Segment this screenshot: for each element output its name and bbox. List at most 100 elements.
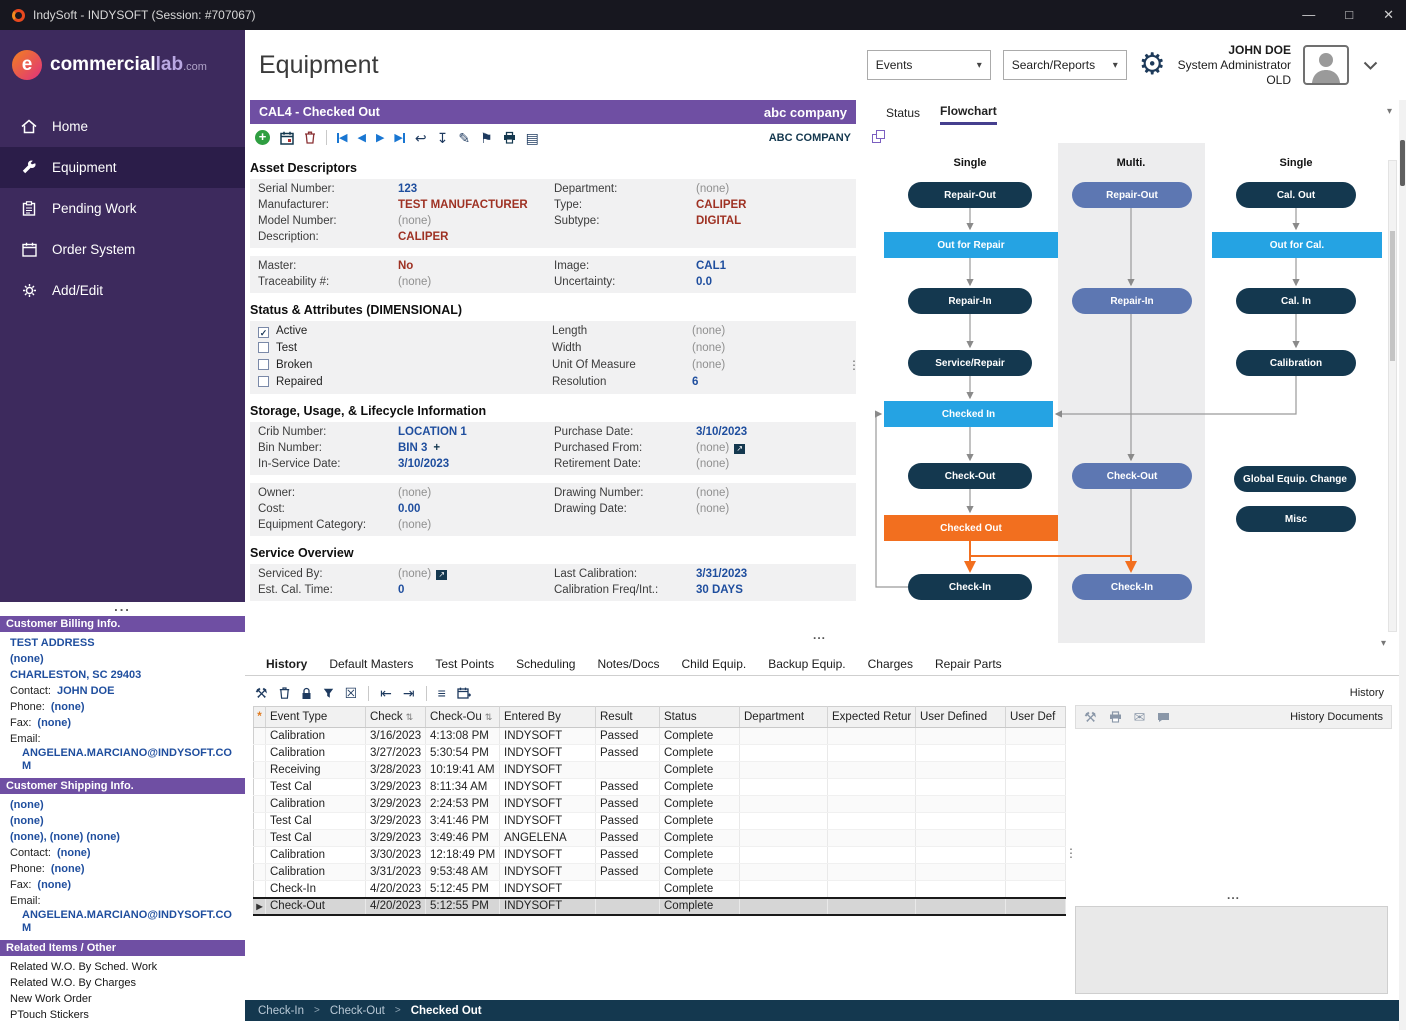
search-reports-dropdown[interactable]: Search/Reports ▾ — [1003, 50, 1127, 80]
flow-node-repair-in-single[interactable]: Repair-In — [908, 288, 1032, 314]
sidebar-item-equipment[interactable]: Equipment — [0, 147, 245, 188]
panel-chevron-icon[interactable]: ▾ — [1381, 638, 1386, 649]
related-item-link[interactable]: PTouch Stickers — [10, 1007, 235, 1023]
checkbox-checked-icon[interactable]: ✓ — [258, 327, 269, 338]
column-header[interactable]: Check⇅ — [366, 707, 426, 728]
print-icon[interactable] — [503, 131, 516, 144]
column-header[interactable]: Expected Retur — [828, 707, 916, 728]
close-button[interactable]: ✕ — [1383, 7, 1394, 23]
breadcrumb-item[interactable]: Check-In — [258, 1005, 304, 1017]
maximize-button[interactable]: □ — [1345, 7, 1353, 23]
related-item-link[interactable]: Related W.O. By Sched. Work — [10, 959, 235, 975]
section-kebab-icon[interactable]: ⋮ — [848, 358, 860, 372]
next-record-icon[interactable]: ▶ — [376, 130, 384, 146]
history-row[interactable]: Test Cal 3/29/2023 8:11:34 AM INDYSOFT P… — [254, 779, 1066, 796]
lookup-icon[interactable]: ↗ — [436, 570, 447, 580]
comment-icon[interactable] — [1157, 712, 1170, 723]
column-header[interactable]: Status — [660, 707, 740, 728]
tab-flowchart[interactable]: Flowchart — [940, 100, 997, 125]
table-delete-icon[interactable]: ☒ — [345, 685, 358, 701]
email-value[interactable]: ANGELENA.MARCIANO@INDYSOFT.COM — [10, 909, 235, 935]
history-row[interactable]: Receiving 3/28/2023 10:19:41 AM INDYSOFT… — [254, 762, 1066, 779]
column-header[interactable]: Event Type — [266, 707, 366, 728]
history-row[interactable]: Calibration 3/16/2023 4:13:08 PM INDYSOF… — [254, 728, 1066, 745]
export-icon[interactable]: ⇥ — [403, 685, 415, 701]
column-header[interactable]: Entered By — [500, 707, 596, 728]
checkbox-icon[interactable] — [258, 359, 269, 370]
detail-tab[interactable]: Test Points — [424, 653, 505, 675]
window-scrollbar[interactable] — [1399, 100, 1406, 1030]
flow-node-misc[interactable]: Misc — [1236, 506, 1356, 532]
detail-tab[interactable]: Repair Parts — [924, 653, 1013, 675]
detail-tab[interactable]: History — [255, 653, 318, 675]
list-icon[interactable]: ≡ — [438, 685, 446, 701]
avatar[interactable] — [1303, 45, 1349, 85]
tab-status[interactable]: Status — [886, 100, 920, 125]
flow-node-out-for-repair[interactable]: Out for Repair — [884, 232, 1058, 258]
scrollbar-thumb[interactable] — [1390, 231, 1395, 361]
flowchart-scrollbar[interactable] — [1388, 160, 1397, 632]
checkbox-test[interactable]: Test — [258, 340, 552, 357]
related-item-link[interactable]: New Work Order — [10, 991, 235, 1007]
history-row[interactable]: Calibration 3/30/2023 12:18:49 PM INDYSO… — [254, 847, 1066, 864]
checkbox-broken[interactable]: Broken — [258, 357, 552, 374]
edit-icon[interactable]: ✎ — [458, 130, 470, 146]
document-icon[interactable]: ▤ — [526, 130, 539, 146]
flow-node-cal-in[interactable]: Cal. In — [1236, 288, 1356, 314]
sidebar-item-home[interactable]: Home — [0, 106, 245, 147]
lock-edit-icon[interactable] — [301, 687, 312, 700]
checkbox-repaired[interactable]: Repaired — [258, 374, 552, 391]
flow-node-check-out-multi[interactable]: Check-Out — [1072, 463, 1192, 489]
tools-icon[interactable]: ⚒ — [255, 685, 268, 701]
column-header[interactable]: User Defined — [916, 707, 1006, 728]
checkbox-active[interactable]: ✓Active — [258, 323, 552, 340]
section-more-handle[interactable]: ... — [813, 628, 826, 642]
detail-tab[interactable]: Default Masters — [318, 653, 424, 675]
settings-gear-icon[interactable]: ⚙ — [1139, 50, 1166, 80]
download-icon[interactable]: ↧ — [437, 130, 449, 146]
flow-node-out-for-cal[interactable]: Out for Cal. — [1212, 232, 1382, 258]
first-record-icon[interactable]: ◀ — [337, 130, 347, 146]
flow-node-cal-out[interactable]: Cal. Out — [1236, 182, 1356, 208]
scrollbar-thumb[interactable] — [1400, 140, 1405, 186]
print-icon[interactable] — [1109, 711, 1122, 723]
delete-icon[interactable] — [279, 687, 290, 699]
calendar-icon[interactable] — [280, 131, 294, 145]
delete-icon[interactable] — [304, 131, 316, 144]
add-bin-icon[interactable]: + — [433, 442, 440, 454]
sort-icon[interactable]: ⇅ — [485, 712, 493, 722]
filter-icon[interactable] — [323, 688, 334, 699]
mail-icon[interactable]: ✉ — [1134, 709, 1146, 725]
flow-node-calibration[interactable]: Calibration — [1236, 350, 1356, 376]
history-row[interactable]: Calibration 3/29/2023 2:24:53 PM INDYSOF… — [254, 796, 1066, 813]
last-record-icon[interactable]: ▶ — [394, 130, 404, 146]
history-row[interactable]: Calibration 3/31/2023 9:53:48 AM INDYSOF… — [254, 864, 1066, 881]
calendar-edit-icon[interactable] — [457, 687, 471, 700]
history-row[interactable]: Calibration 3/27/2023 5:30:54 PM INDYSOF… — [254, 745, 1066, 762]
previous-record-icon[interactable]: ◀ — [357, 130, 365, 146]
sidebar-item-add-edit[interactable]: Add/Edit — [0, 270, 245, 311]
flow-node-check-in-single[interactable]: Check-In — [908, 574, 1032, 600]
history-row[interactable]: Check-In 4/20/2023 5:12:45 PM INDYSOFT C… — [254, 881, 1066, 898]
undo-icon[interactable]: ↩ — [415, 130, 427, 146]
detail-tab[interactable]: Scheduling — [505, 653, 586, 675]
column-header[interactable]: Result — [596, 707, 660, 728]
checkbox-icon[interactable] — [258, 376, 269, 387]
column-header[interactable]: Department — [740, 707, 828, 728]
detail-tab[interactable]: Notes/Docs — [586, 653, 670, 675]
documents-more-handle[interactable]: ... — [1075, 888, 1392, 902]
history-row[interactable]: Test Cal 3/29/2023 3:41:46 PM INDYSOFT P… — [254, 813, 1066, 830]
related-item-link[interactable]: Related W.O. By Charges — [10, 975, 235, 991]
detail-tab[interactable]: Backup Equip. — [757, 653, 856, 675]
flow-node-checked-out[interactable]: Checked Out — [884, 515, 1058, 541]
flow-node-repair-out-single[interactable]: Repair-Out — [908, 182, 1032, 208]
detail-tab[interactable]: Child Equip. — [671, 653, 758, 675]
history-row[interactable]: Test Cal 3/29/2023 3:49:46 PM ANGELENA P… — [254, 830, 1066, 847]
column-header[interactable]: User Def — [1006, 707, 1066, 728]
flow-node-checked-in[interactable]: Checked In — [884, 401, 1053, 427]
flow-node-check-out-single[interactable]: Check-Out — [908, 463, 1032, 489]
checkbox-icon[interactable] — [258, 342, 269, 353]
events-dropdown[interactable]: Events ▾ — [867, 50, 991, 80]
sidebar-item-order-system[interactable]: Order System — [0, 229, 245, 270]
history-row[interactable]: ▶ Check-Out 4/20/2023 5:12:55 PM INDYSOF… — [254, 898, 1066, 915]
